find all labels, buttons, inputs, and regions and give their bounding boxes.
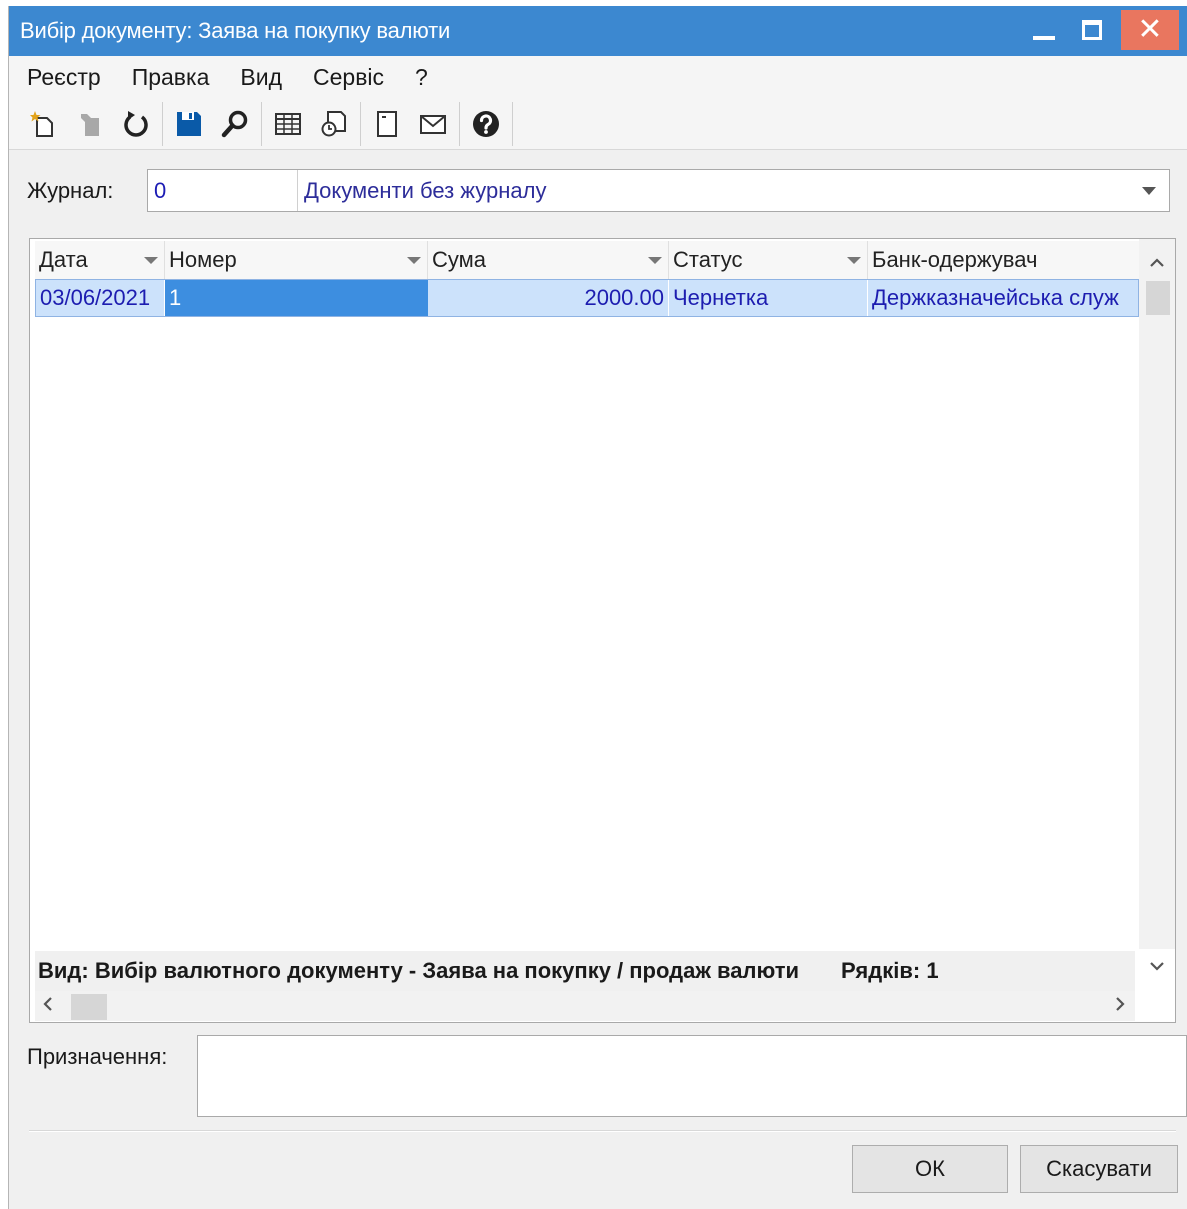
email-icon [420,114,446,134]
menu-service[interactable]: Сервіс [297,64,399,91]
journal-select[interactable]: 0 Документи без журналу [147,169,1170,212]
refresh-button[interactable] [113,102,159,146]
scroll-thumb[interactable] [1146,281,1170,315]
column-header-label: Статус [673,247,743,272]
maximize-button[interactable] [1069,12,1115,48]
toolbar-separator [512,101,513,146]
menu-bar: Реєстр Правка Вид Сервіс ? [9,56,1187,98]
close-button[interactable]: ✕ [1121,10,1179,50]
toolbar-separator [162,101,163,146]
scroll-up-icon[interactable] [1139,247,1175,273]
toolbar-separator [261,101,262,146]
chevron-down-icon [1142,186,1156,195]
sort-arrow-icon[interactable] [144,256,158,264]
new-document-icon [30,110,53,137]
sort-arrow-icon[interactable] [847,256,861,264]
column-header-bank[interactable]: Банк-одержувач [868,241,1139,279]
sort-arrow-icon[interactable] [648,256,662,264]
toolbar-separator [459,101,460,146]
documents-grid: Дата Номер Сума Статус Банк-одержувач 03… [29,238,1176,1023]
find-button[interactable] [212,102,258,146]
column-header-status[interactable]: Статус [669,241,868,279]
save-icon [177,111,201,136]
new-button[interactable] [21,102,67,146]
cell-amount[interactable]: 2000.00 [428,280,669,316]
scroll-right-icon[interactable] [1115,991,1125,1023]
delete-button[interactable] [67,102,113,146]
journal-label: Журнал: [27,178,114,203]
footer-view-label: Вид: Вибір валютного документу - Заява н… [38,958,800,983]
toolbar [9,98,1187,150]
journal-name-value: Документи без журналу [304,177,547,203]
journal-dropdown-button[interactable] [1129,186,1169,195]
copy-icon [321,110,346,136]
save-button[interactable] [166,102,212,146]
menu-edit[interactable]: Правка [116,64,225,91]
table-button[interactable] [265,102,311,146]
maximize-icon [1082,20,1102,40]
find-icon [221,110,248,137]
minimize-button[interactable] [1021,12,1067,48]
close-icon: ✕ [1137,13,1163,46]
column-header-label: Банк-одержувач [872,247,1038,272]
scroll-down-icon[interactable] [1139,951,1175,977]
ok-button[interactable]: ОК [852,1145,1008,1193]
dialog-window: Вибір документу: Заява на покупку валюти… [8,6,1187,1209]
column-header-label: Дата [39,247,88,272]
cell-number[interactable]: 1 [165,280,428,316]
cancel-button[interactable]: Скасувати [1020,1145,1178,1193]
horizontal-scrollbar[interactable] [35,991,1135,1021]
help-button[interactable] [463,102,509,146]
delete-icon [81,113,99,136]
footer-row-count: Рядків: 1 [841,958,939,983]
title-bar[interactable]: Вибір документу: Заява на покупку валюти… [9,6,1187,56]
grid-header: Дата Номер Сума Статус Банк-одержувач [35,241,1139,279]
bookmark-button[interactable] [364,102,410,146]
purpose-field[interactable] [197,1035,1187,1117]
column-header-label: Номер [169,247,237,272]
scroll-left-icon[interactable] [43,991,53,1023]
cell-status[interactable]: Чернетка [669,280,868,316]
help-icon [473,110,499,137]
sort-arrow-icon[interactable] [407,256,421,264]
table-icon [275,112,301,135]
column-header-label: Сума [432,247,487,272]
copy-button[interactable] [311,102,357,146]
cell-bank[interactable]: Держказначейська служ [868,280,1138,316]
divider [29,1130,1176,1132]
table-row[interactable]: 03/06/2021 1 2000.00 Чернетка Держказнач… [35,279,1139,317]
cell-date[interactable]: 03/06/2021 [36,280,165,316]
purpose-label: Призначення: [27,1044,168,1069]
window-title: Вибір документу: Заява на покупку валюти [20,18,451,43]
column-header-number[interactable]: Номер [165,241,428,279]
column-header-date[interactable]: Дата [35,241,165,279]
bookmark-icon [377,110,397,137]
vertical-scrollbar[interactable] [1139,239,1175,971]
menu-help[interactable]: ? [399,64,443,91]
menu-view[interactable]: Вид [224,64,297,91]
toolbar-separator [360,101,361,146]
grid-footer: Вид: Вибір валютного документу - Заява н… [35,951,1135,991]
email-button[interactable] [410,102,456,146]
menu-registry[interactable]: Реєстр [9,64,116,91]
refresh-icon [124,110,148,137]
column-header-amount[interactable]: Сума [428,241,669,279]
scroll-thumb[interactable] [71,994,107,1020]
journal-code-field[interactable]: 0 [148,170,298,211]
minimize-icon [1033,36,1055,40]
